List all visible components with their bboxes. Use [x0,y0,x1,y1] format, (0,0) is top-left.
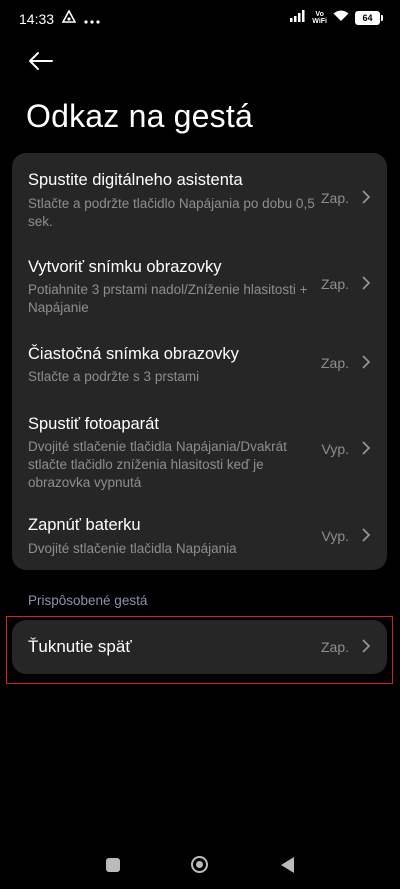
system-back-button[interactable] [281,857,294,873]
row-status: Zap. [320,355,349,371]
row-subtitle: Dvojité stlačenie tlačidla Napájania/Dva… [28,439,287,490]
row-subtitle: Dvojité stlačenie tlačidla Napájania [28,541,237,556]
row-title: Zapnúť baterku [28,516,141,534]
section-header-custom-gestures: Prispôsobené gestá [28,593,148,608]
row-status: Zap. [320,190,349,206]
row-title: Vytvoriť snímku obrazovky [28,258,222,276]
recents-button[interactable] [106,858,120,872]
status-bar: 14:33 Vo WiFi 64 [0,0,400,40]
arrow-left-icon [27,51,53,76]
battery-indicator: 64 [355,11,383,25]
back-button[interactable] [24,48,56,78]
gesture-row-digital-assistant[interactable]: Spustite digitálneho asistenta Stlačte a… [12,153,387,243]
chevron-right-icon [362,441,371,455]
more-notifications-icon [84,11,100,29]
row-status: Vyp. [321,441,350,457]
wifi-icon [333,9,349,27]
gesture-row-flashlight[interactable]: Zapnúť baterku Dvojité stlačenie tlačidl… [12,507,387,570]
row-title: Spustiť fotoaparát [28,415,159,433]
gestures-card: Spustite digitálneho asistenta Stlačte a… [12,153,387,570]
row-subtitle: Stlačte a podržte tlačidlo Napájania po … [28,196,315,229]
app-notification-icon [61,9,77,29]
signal-icon [290,9,306,27]
chevron-right-icon [362,190,371,204]
row-title: Čiastočná snímka obrazovky [28,345,239,363]
chevron-right-icon [362,276,371,290]
gesture-row-screenshot[interactable]: Vytvoriť snímku obrazovky Potiahnite 3 p… [12,243,387,331]
chevron-right-icon [362,355,371,369]
row-subtitle: Potiahnite 3 prstami nadol/Zníženie hlas… [28,282,308,315]
gesture-row-camera[interactable]: Spustiť fotoaparát Dvojité stlačenie tla… [12,399,387,507]
row-title: Spustite digitálneho asistenta [28,171,243,189]
gesture-row-partial-screenshot[interactable]: Čiastočná snímka obrazovky Stlačte a pod… [12,331,387,399]
page-title: Odkaz na gestá [26,98,253,134]
navigation-bar [0,840,400,889]
row-status: Zap. [320,276,349,292]
home-button[interactable] [191,856,208,873]
row-subtitle: Stlačte a podržte s 3 prstami [28,369,200,384]
vowifi-indicator: Vo WiFi [312,11,327,25]
highlight-annotation [6,616,393,684]
row-status: Vyp. [321,528,350,544]
chevron-right-icon [362,528,371,542]
status-time: 14:33 [19,11,55,27]
